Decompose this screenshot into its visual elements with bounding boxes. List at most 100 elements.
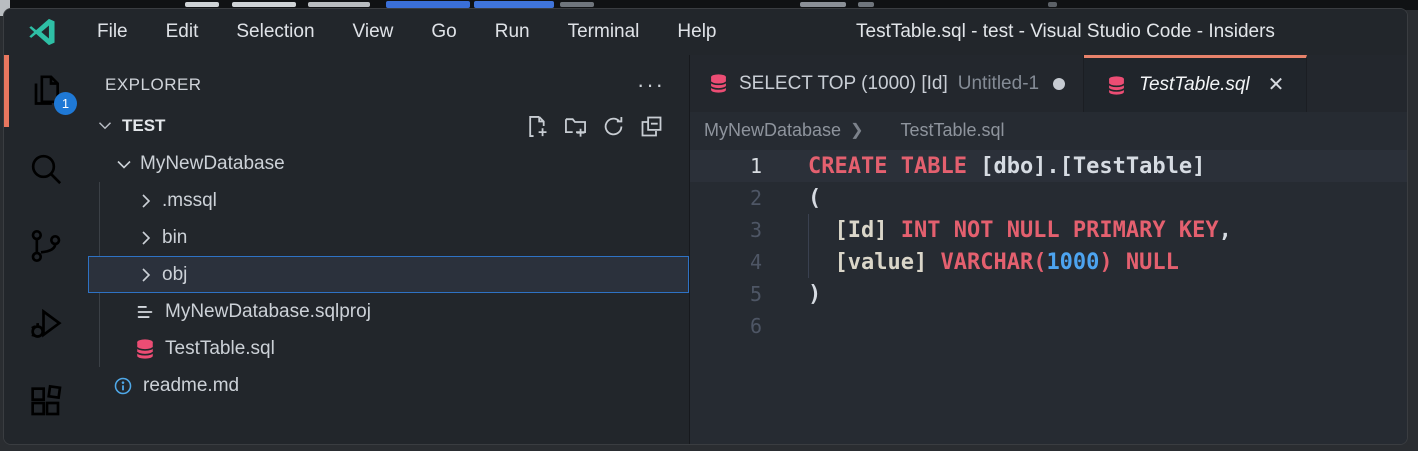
explorer-sidebar: EXPLORER ··· TEST MyNewDatabase .mssql bin… bbox=[88, 55, 690, 444]
window-title: TestTable.sql - test - Visual Studio Cod… bbox=[856, 9, 1275, 55]
tab-title: SELECT TOP (1000) [Id] bbox=[739, 73, 948, 95]
tree-item-readme-md[interactable]: readme.md bbox=[88, 367, 689, 404]
code-token: ( bbox=[1033, 250, 1046, 275]
database-icon bbox=[872, 121, 891, 140]
line-number: 3 bbox=[690, 218, 762, 242]
menu-view[interactable]: View bbox=[334, 9, 413, 55]
database-icon bbox=[1106, 75, 1127, 96]
editor-tab-bar: SELECT TOP (1000) [Id]Untitled-1TestTabl… bbox=[690, 55, 1407, 112]
background-fragment bbox=[560, 2, 594, 7]
code-token: ( bbox=[808, 186, 821, 211]
code-token: NULL bbox=[1126, 250, 1179, 275]
active-view-indicator bbox=[4, 55, 9, 127]
menu-file[interactable]: File bbox=[78, 9, 147, 55]
activity-search[interactable] bbox=[4, 133, 88, 205]
tree-item-label: MyNewDatabase.sqlproj bbox=[165, 301, 371, 323]
database-icon bbox=[708, 73, 729, 94]
tree-item-mynewdatabase-sqlproj[interactable]: MyNewDatabase.sqlproj bbox=[88, 293, 689, 330]
background-fragment bbox=[232, 2, 296, 7]
search-icon bbox=[26, 149, 66, 189]
close-icon[interactable]: ✕ bbox=[1268, 75, 1285, 95]
screenshot-stage: FileEditSelectionViewGoRunTerminalHelp T… bbox=[0, 0, 1418, 451]
breadcrumb[interactable]: MyNewDatabase ❯ TestTable.sql bbox=[690, 112, 1407, 148]
code-line-3[interactable]: 3 [Id] INT NOT NULL PRIMARY KEY, bbox=[690, 214, 1407, 246]
vscode-window: FileEditSelectionViewGoRunTerminalHelp T… bbox=[4, 9, 1407, 444]
tree-item-testtable-sql[interactable]: TestTable.sql bbox=[88, 330, 689, 367]
indent-guide bbox=[808, 246, 809, 278]
menu-run[interactable]: Run bbox=[476, 9, 549, 55]
chevron-right-icon bbox=[134, 189, 158, 213]
code-line-2[interactable]: 2( bbox=[690, 182, 1407, 214]
menu-edit[interactable]: Edit bbox=[147, 9, 218, 55]
tree-item-bin[interactable]: bin bbox=[88, 219, 689, 256]
tab-title: TestTable.sql bbox=[1139, 74, 1250, 96]
line-number: 5 bbox=[690, 282, 762, 306]
code-token: [Id] bbox=[835, 218, 888, 243]
tree-item-label: MyNewDatabase bbox=[140, 153, 285, 175]
code-token: ) bbox=[808, 282, 821, 307]
extensions-icon bbox=[26, 382, 66, 422]
code-line-6[interactable]: 6 bbox=[690, 310, 1407, 342]
sqlproj-file-icon bbox=[134, 301, 156, 323]
refresh-icon[interactable] bbox=[600, 113, 627, 140]
collapse-all-icon[interactable] bbox=[638, 113, 665, 140]
line-number: 6 bbox=[690, 314, 762, 338]
code-token: INT NOT NULL PRIMARY KEY bbox=[901, 218, 1219, 243]
new-file-icon[interactable] bbox=[524, 113, 551, 140]
tree-item-label: readme.md bbox=[143, 375, 239, 397]
code-token: [value] bbox=[835, 250, 928, 275]
code-line-1[interactable]: 1CREATE TABLE [dbo].[TestTable] bbox=[690, 150, 1407, 182]
tree-item-label: bin bbox=[162, 227, 187, 249]
breadcrumb-file[interactable]: TestTable.sql bbox=[900, 120, 1004, 141]
activity-run-debug[interactable] bbox=[4, 288, 88, 360]
tab-bar-empty-space bbox=[1307, 55, 1407, 112]
activity-source-control[interactable] bbox=[4, 211, 88, 283]
menu-terminal[interactable]: Terminal bbox=[549, 9, 659, 55]
menu-help[interactable]: Help bbox=[658, 9, 735, 55]
chevron-right-icon bbox=[134, 226, 158, 250]
background-fragment bbox=[800, 2, 846, 7]
code-token bbox=[808, 250, 835, 275]
line-number: 2 bbox=[690, 186, 762, 210]
code-token bbox=[808, 218, 835, 243]
explorer-title: EXPLORER bbox=[105, 75, 202, 95]
breadcrumb-root[interactable]: MyNewDatabase bbox=[704, 120, 841, 141]
activity-extensions[interactable] bbox=[4, 366, 88, 438]
workbench: 1 EXPLORER ··· TEST MyNewDatabase .mssql b… bbox=[4, 55, 1407, 444]
info-icon bbox=[112, 375, 134, 397]
sidebar-header: EXPLORER ··· bbox=[88, 55, 689, 107]
chevron-down-icon bbox=[94, 114, 118, 138]
code-token bbox=[887, 218, 900, 243]
tree-item-obj[interactable]: obj bbox=[88, 256, 689, 293]
background-fragment bbox=[386, 1, 470, 8]
tree-item--mssql[interactable]: .mssql bbox=[88, 182, 689, 219]
activity-explorer[interactable]: 1 bbox=[4, 55, 88, 127]
tree-item-mynewdatabase[interactable]: MyNewDatabase bbox=[88, 145, 689, 182]
editor-tab-2[interactable]: TestTable.sql ✕ bbox=[1084, 55, 1307, 112]
indent-guide bbox=[808, 214, 809, 246]
title-bar: FileEditSelectionViewGoRunTerminalHelp T… bbox=[4, 9, 1407, 55]
code-token: [dbo].[TestTable] bbox=[980, 154, 1205, 179]
new-folder-icon[interactable] bbox=[562, 113, 589, 140]
debug-icon bbox=[26, 304, 66, 344]
line-number: 4 bbox=[690, 250, 762, 274]
code-line-5[interactable]: 5) bbox=[690, 278, 1407, 310]
tree-item-label: .mssql bbox=[162, 190, 217, 212]
code-editor[interactable]: 1CREATE TABLE [dbo].[TestTable]2(3 [Id] … bbox=[690, 148, 1407, 444]
file-tree: MyNewDatabase .mssql bin obj MyNewDatabase.s… bbox=[88, 145, 689, 444]
tree-item-label: obj bbox=[162, 264, 187, 286]
editor-group: SELECT TOP (1000) [Id]Untitled-1TestTabl… bbox=[690, 55, 1407, 444]
menu-selection[interactable]: Selection bbox=[217, 9, 333, 55]
editor-tab-1[interactable]: SELECT TOP (1000) [Id]Untitled-1 bbox=[690, 55, 1084, 112]
activity-bar: 1 bbox=[4, 55, 88, 444]
chevron-right-icon bbox=[134, 263, 158, 287]
code-line-4[interactable]: 4 [value] VARCHAR(1000) NULL bbox=[690, 246, 1407, 278]
explorer-section-test[interactable]: TEST bbox=[88, 107, 689, 145]
more-actions-icon[interactable]: ··· bbox=[637, 80, 665, 90]
code-token: CREATE TABLE bbox=[808, 154, 967, 179]
menu-go[interactable]: Go bbox=[412, 9, 475, 55]
chevron-down-icon bbox=[112, 152, 136, 176]
code-token bbox=[1113, 250, 1126, 275]
menu-bar: FileEditSelectionViewGoRunTerminalHelp bbox=[78, 9, 736, 55]
background-fragment bbox=[858, 2, 874, 7]
